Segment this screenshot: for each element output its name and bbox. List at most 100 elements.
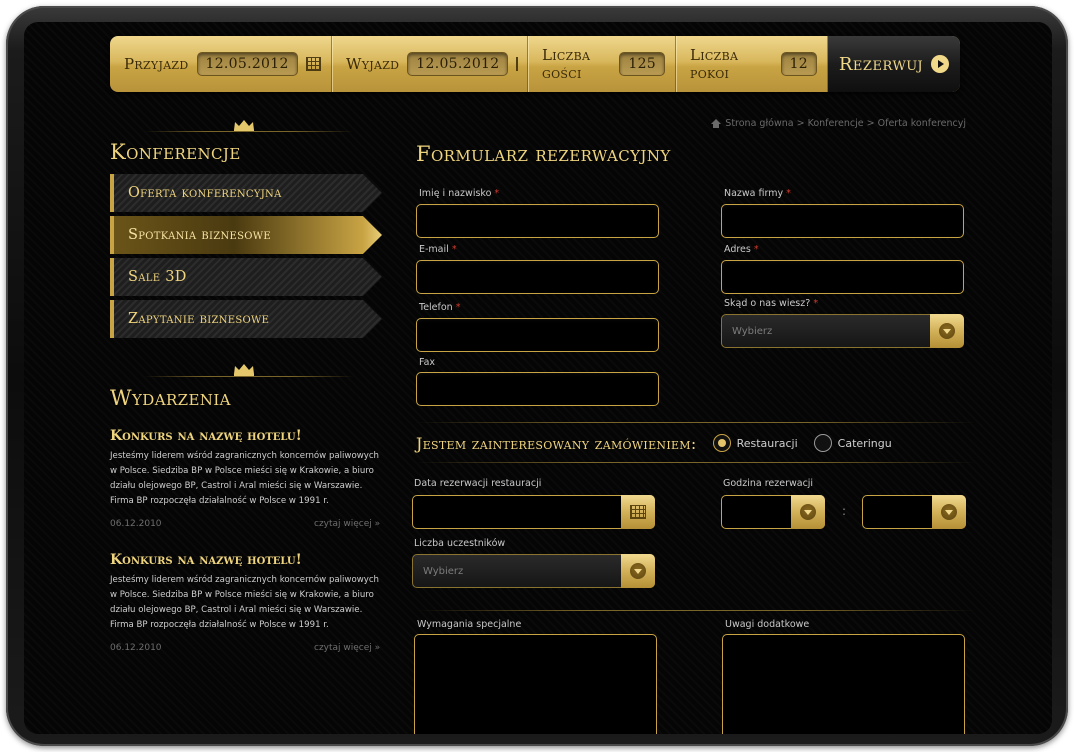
reserve-label: Rezerwuj	[838, 53, 924, 75]
chevron-down-icon	[800, 504, 816, 520]
required-mark: *	[455, 302, 461, 313]
news-title[interactable]: Konkurs na nazwę hotelu!	[110, 552, 302, 568]
company-label: Nazwa firmy *	[724, 188, 791, 199]
participants-select[interactable]: Wybierz	[412, 554, 655, 588]
source-label: Skąd o nas wiesz? *	[724, 298, 818, 309]
address-label: Adres *	[724, 244, 759, 255]
rooms-field[interactable]: Liczba pokoi 12	[676, 36, 828, 92]
name-label-text: Imię i nazwisko	[419, 188, 492, 199]
source-select[interactable]: Wybierz	[721, 314, 964, 348]
news-body: Jesteśmy liderem wśród zagranicznych kon…	[110, 575, 380, 630]
sidebar-item-label: Spotkania biznesowe	[128, 227, 271, 243]
breadcrumb: Strona główna > Konferencje > Oferta kon…	[711, 118, 966, 129]
sidebar-nav: Oferta konferencyjna Spotkania biznesowe…	[110, 174, 382, 342]
participants-placeholder: Wybierz	[423, 565, 464, 577]
required-mark: *	[753, 244, 759, 255]
email-input[interactable]	[416, 260, 659, 294]
phone-input[interactable]	[416, 318, 659, 352]
rooms-label: Liczba pokoi	[690, 46, 739, 82]
sidebar-item-business-meetings[interactable]: Spotkania biznesowe	[110, 216, 382, 254]
special-requirements-textarea[interactable]	[414, 634, 657, 734]
sidebar-item-business-inquiry[interactable]: Zapytanie biznesowe	[110, 300, 382, 338]
calendar-icon	[630, 505, 646, 519]
required-mark: *	[813, 298, 819, 309]
tablet-frame: Przyjazd 12.05.2012 Wyjazd 12.05.2012 Li…	[6, 6, 1068, 746]
dropdown-button[interactable]	[932, 495, 966, 529]
departure-field[interactable]: Wyjazd 12.05.2012	[332, 36, 528, 92]
calendar-button[interactable]	[621, 495, 655, 529]
radio-catering-label[interactable]: Cateringu	[838, 437, 892, 450]
chevron-down-icon	[630, 563, 646, 579]
required-mark: *	[786, 188, 791, 199]
read-more-link[interactable]: czytaj więcej »	[314, 519, 380, 529]
sidebar-title: Konferencje	[110, 140, 241, 164]
email-label: E-mail *	[419, 244, 457, 255]
radio-restaurant-label[interactable]: Restauracji	[737, 437, 798, 450]
divider	[416, 462, 976, 463]
events-title: Wydarzenia	[110, 386, 231, 410]
news-date: 06.12.2010	[110, 643, 162, 653]
dropdown-button[interactable]	[791, 495, 825, 529]
address-input[interactable]	[721, 260, 964, 294]
name-input[interactable]	[416, 204, 659, 238]
read-more-link[interactable]: czytaj więcej »	[314, 643, 380, 653]
arrival-value[interactable]: 12.05.2012	[196, 52, 298, 76]
arrow-right-icon	[931, 55, 950, 73]
radio-selected-icon[interactable]	[712, 434, 731, 452]
sidebar-item-3d-rooms[interactable]: Sale 3D	[110, 258, 382, 296]
reserve-button[interactable]: Rezerwuj	[828, 36, 960, 92]
company-label-text: Nazwa firmy	[724, 188, 784, 199]
company-input[interactable]	[721, 204, 964, 238]
arrival-label: Przyjazd	[124, 55, 189, 73]
source-label-text: Skąd o nas wiesz?	[724, 298, 811, 309]
hour-select[interactable]	[721, 495, 825, 529]
divider	[144, 131, 354, 132]
dropdown-button[interactable]	[621, 554, 655, 588]
news-date: 06.12.2010	[110, 519, 162, 529]
minute-select[interactable]	[862, 495, 966, 529]
radio-unselected-icon[interactable]	[813, 434, 832, 452]
required-mark: *	[494, 188, 500, 199]
guests-field[interactable]: Liczba gości 125	[528, 36, 676, 92]
fax-input[interactable]	[416, 372, 659, 406]
guests-label: Liczba gości	[542, 46, 591, 82]
res-date-input[interactable]	[412, 495, 655, 529]
rooms-value[interactable]: 12	[780, 52, 817, 76]
source-placeholder: Wybierz	[732, 325, 773, 337]
res-date-label: Data rezerwacji restauracji	[414, 478, 542, 489]
required-mark: *	[451, 244, 457, 255]
notes-label: Uwagi dodatkowe	[725, 619, 810, 630]
home-icon[interactable]	[711, 119, 722, 128]
booking-bar: Przyjazd 12.05.2012 Wyjazd 12.05.2012 Li…	[110, 36, 960, 92]
divider	[416, 610, 976, 611]
email-label-text: E-mail	[419, 244, 449, 255]
phone-label: Telefon *	[419, 302, 460, 313]
departure-label: Wyjazd	[346, 55, 400, 73]
special-label: Wymagania specjalne	[417, 619, 522, 630]
dropdown-button[interactable]	[930, 314, 964, 348]
divider	[144, 376, 354, 377]
radio-catering[interactable]: Cateringu	[813, 434, 892, 452]
res-time-label: Godzina rezerwacji	[723, 478, 814, 489]
additional-notes-textarea[interactable]	[722, 634, 965, 734]
calendar-icon[interactable]	[516, 57, 519, 71]
sidebar-item-label: Zapytanie biznesowe	[128, 311, 270, 327]
chevron-down-icon	[941, 504, 957, 520]
calendar-icon[interactable]	[305, 57, 321, 71]
participants-label: Liczba uczestników	[414, 538, 506, 549]
news-title[interactable]: Konkurs na nazwę hotelu!	[110, 428, 302, 444]
address-label-text: Adres	[724, 244, 751, 255]
breadcrumb-text[interactable]: Strona główna > Konferencje > Oferta kon…	[725, 118, 966, 129]
crown-icon	[234, 120, 254, 132]
fax-label: Fax	[419, 357, 436, 368]
departure-value[interactable]: 12.05.2012	[407, 52, 509, 76]
radio-restaurant[interactable]: Restauracji	[712, 434, 798, 452]
sidebar-item-conference-offer[interactable]: Oferta konferencyjna	[110, 174, 382, 212]
arrival-field[interactable]: Przyjazd 12.05.2012	[110, 36, 332, 92]
chevron-down-icon	[939, 323, 955, 339]
sidebar-item-label: Sale 3D	[128, 269, 187, 285]
sidebar-item-label: Oferta konferencyjna	[128, 185, 282, 201]
divider	[416, 422, 976, 423]
interest-label: Jestem zainteresowany zamówieniem:	[416, 433, 697, 453]
guests-value[interactable]: 125	[619, 52, 665, 76]
